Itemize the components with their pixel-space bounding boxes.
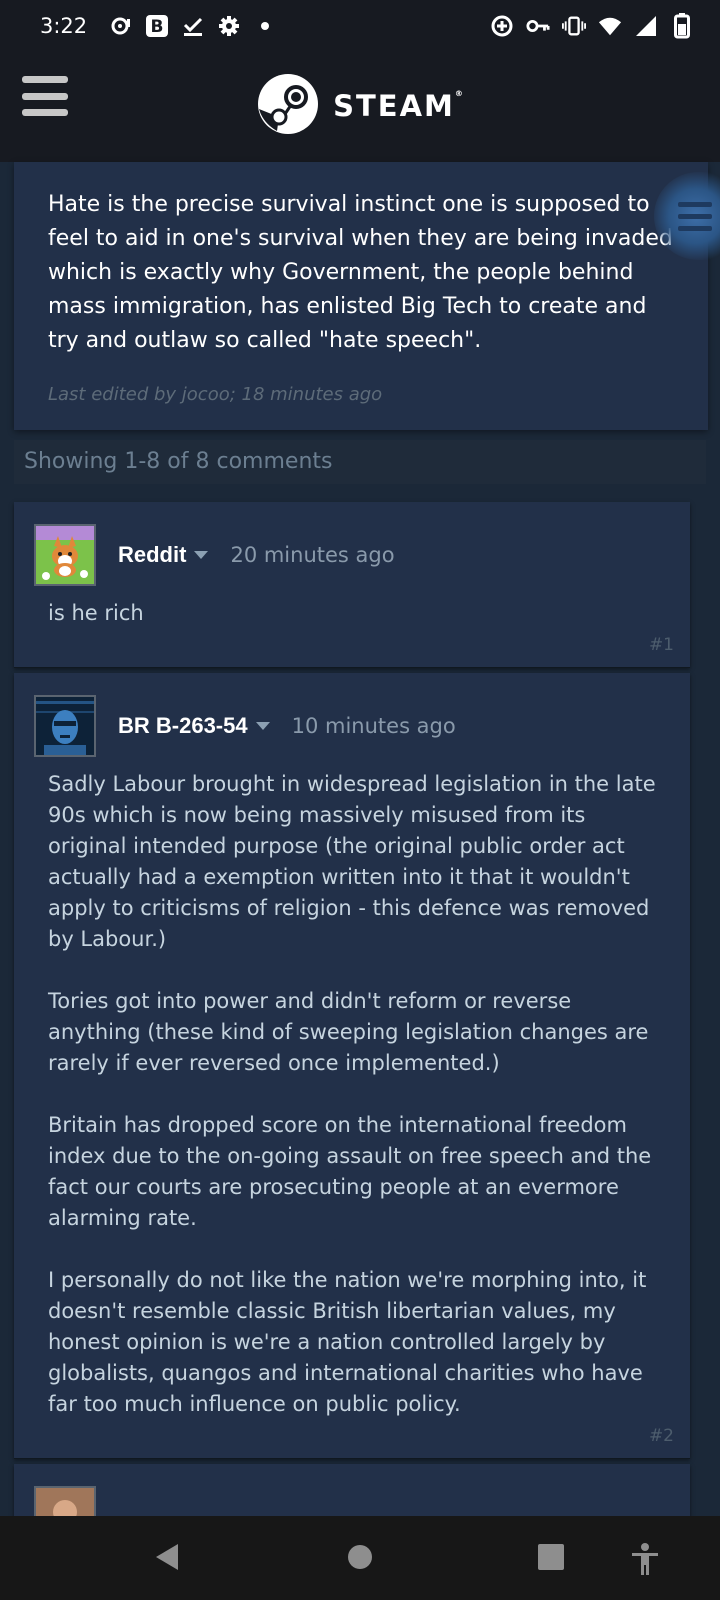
- comment-number[interactable]: #1: [14, 629, 690, 667]
- sync-icon: [109, 14, 133, 38]
- comment-card: BR B-263-54 10 minutes ago Sadly Labour …: [14, 673, 690, 1458]
- comment-time: 10 minutes ago: [291, 714, 456, 738]
- system-nav-bar: [0, 1516, 720, 1600]
- battery-icon: [670, 13, 694, 39]
- original-post-text: Hate is the precise survival instinct on…: [48, 192, 673, 353]
- wifi-icon: [598, 14, 622, 38]
- check-download-icon: [181, 14, 205, 38]
- comment-time: 20 minutes ago: [230, 543, 395, 567]
- accessibility-icon[interactable]: [630, 1542, 660, 1580]
- back-icon[interactable]: [154, 1542, 180, 1576]
- discussion-content: Hate is the precise survival instinct on…: [14, 162, 708, 1524]
- vibrate-icon: [562, 14, 586, 38]
- settings-icon: [217, 14, 241, 38]
- home-icon[interactable]: [347, 1542, 373, 1576]
- status-time: 3:22: [40, 14, 88, 38]
- svg-text:B: B: [151, 17, 164, 37]
- status-left-icons: B: [109, 14, 277, 38]
- dot-icon: [253, 14, 277, 38]
- blue-face-avatar[interactable]: [34, 695, 96, 757]
- signal-icon: [634, 14, 658, 38]
- comment-body: Sadly Labour brought in widespread legis…: [48, 772, 656, 1416]
- comment-number[interactable]: #2: [14, 1420, 690, 1458]
- steam-header: STEAM®: [0, 52, 720, 162]
- comment-card: [14, 1464, 690, 1524]
- original-post: Hate is the precise survival instinct on…: [14, 162, 708, 430]
- comments-count: Showing 1-8 of 8 comments: [14, 440, 706, 484]
- chevron-down-icon[interactable]: [255, 722, 270, 730]
- b-app-icon: B: [145, 14, 169, 38]
- status-right-icons: [490, 13, 694, 39]
- data-saver-icon: [490, 14, 514, 38]
- edited-by-link[interactable]: jocoo: [182, 384, 230, 405]
- steam-logo[interactable]: STEAM®: [257, 73, 463, 139]
- comment-body: is he rich: [48, 601, 144, 625]
- chevron-down-icon[interactable]: [194, 551, 209, 559]
- key-icon: [526, 14, 550, 38]
- steam-logo-icon: [257, 73, 319, 139]
- comment-author[interactable]: Reddit: [118, 542, 186, 568]
- corgi-avatar[interactable]: [34, 524, 96, 586]
- status-bar: 3:22 B: [0, 0, 720, 52]
- last-edited-note: Last edited by jocoo; 18 minutes ago: [48, 384, 383, 405]
- recents-icon[interactable]: [537, 1542, 565, 1576]
- comment-author[interactable]: BR B-263-54: [118, 713, 248, 739]
- steam-brand-text: STEAM®: [333, 89, 463, 123]
- hamburger-menu-icon[interactable]: [22, 76, 68, 116]
- comment-card: Reddit 20 minutes ago is he rich #1: [14, 502, 690, 667]
